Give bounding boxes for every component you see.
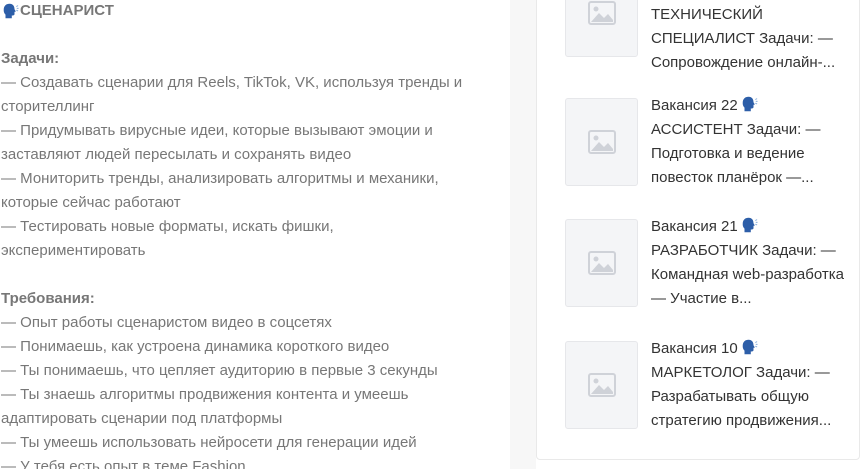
task-line: которые сейчас работают xyxy=(1,194,181,211)
task-line: — Придумывать вирусные идеи, которые выз… xyxy=(1,122,433,139)
vacancy-thumbnail[interactable] xyxy=(565,219,638,307)
vacancy-card-text[interactable]: ТЕХНИЧЕСКИЙ СПЕЦИАЛИСТ Задачи: — Сопрово… xyxy=(651,3,860,75)
related-vacancy-card[interactable]: Вакансия 22 АССИСТЕНТ Задачи: — Подготов… xyxy=(565,96,860,188)
task-line: сторителлинг xyxy=(1,98,95,115)
requirements-heading: Требования: xyxy=(1,290,95,307)
image-placeholder-icon xyxy=(587,1,616,25)
card-line-title: Вакансия 10 xyxy=(651,337,860,361)
card-vacancy-number: Вакансия 22 xyxy=(651,97,738,114)
speaking-head-icon xyxy=(3,3,19,19)
column-divider xyxy=(510,0,536,469)
card-line-title: Вакансия 21 xyxy=(651,215,860,239)
vacancy-thumbnail[interactable] xyxy=(565,98,638,186)
image-placeholder-icon xyxy=(587,373,616,397)
vacancy-thumbnail[interactable] xyxy=(565,341,638,429)
related-vacancy-card[interactable]: Вакансия 21 РАЗРАБОТЧИК Задачи: — Команд… xyxy=(565,217,860,309)
task-line: — Мониторить тренды, анализировать алгор… xyxy=(1,170,439,187)
task-line: экспериментировать xyxy=(1,242,146,259)
card-vacancy-number: Вакансия 21 xyxy=(651,218,738,235)
vacancy-title-text: СЦЕНАРИСТ xyxy=(20,2,114,19)
task-line: — Тестировать новые форматы, искать фишк… xyxy=(1,218,334,235)
card-line: РАЗРАБОТЧИК Задачи: — xyxy=(651,242,836,259)
vacancy-card-text[interactable]: Вакансия 10 МАРКЕТОЛОГ Задачи: — Разраба… xyxy=(651,337,860,433)
vacancy-card-text[interactable]: Вакансия 22 АССИСТЕНТ Задачи: — Подготов… xyxy=(651,94,860,190)
image-placeholder-icon xyxy=(587,251,616,275)
vacancy-description: СЦЕНАРИСТ Задачи: — Создавать сценарии д… xyxy=(0,0,510,469)
card-line: СПЕЦИАЛИСТ Задачи: — xyxy=(651,30,833,47)
requirement-line: — У тебя есть опыт в теме Fashion xyxy=(1,458,246,469)
card-line: Подготовка и ведение xyxy=(651,145,805,162)
card-line: стратегию продвижения... xyxy=(651,412,832,429)
speaking-head-icon xyxy=(742,96,758,112)
related-vacancy-card[interactable]: Вакансия 10 МАРКЕТОЛОГ Задачи: — Разраба… xyxy=(565,339,860,431)
image-placeholder-icon xyxy=(587,130,616,154)
requirement-line: — Опыт работы сценаристом видео в соцсет… xyxy=(1,314,332,331)
task-line: заставляют людей пересылать и сохранять … xyxy=(1,146,352,163)
related-vacancy-card[interactable]: ТЕХНИЧЕСКИЙ СПЕЦИАЛИСТ Задачи: — Сопрово… xyxy=(565,0,860,71)
vacancy-thumbnail[interactable] xyxy=(565,0,638,57)
requirement-line: — Понимаешь, как устроена динамика корот… xyxy=(1,338,390,355)
requirements-list: — Опыт работы сценаристом видео в соцсет… xyxy=(1,311,510,469)
requirement-line: адаптировать сценарии под платформы xyxy=(1,410,283,427)
tasks-list: — Создавать сценарии для Reels, TikTok, … xyxy=(1,71,510,263)
related-vacancies-panel: ТЕХНИЧЕСКИЙ СПЕЦИАЛИСТ Задачи: — Сопрово… xyxy=(536,0,860,460)
card-line: ТЕХНИЧЕСКИЙ xyxy=(651,6,763,23)
card-line: Сопровождение онлайн-... xyxy=(651,54,836,71)
task-line: — Создавать сценарии для Reels, TikTok, … xyxy=(1,74,463,91)
card-line: Разрабатывать общую xyxy=(651,388,810,405)
requirement-line: — Ты умеешь использовать нейросети для г… xyxy=(1,434,417,451)
requirement-line: — Ты понимаешь, что цепляет аудиторию в … xyxy=(1,362,438,379)
card-line: МАРКЕТОЛОГ Задачи: — xyxy=(651,364,830,381)
card-line-title: Вакансия 22 xyxy=(651,94,860,118)
vacancy-title: СЦЕНАРИСТ xyxy=(1,0,510,23)
card-line: Командная web-разработка xyxy=(651,266,844,283)
tasks-heading: Задачи: xyxy=(1,50,60,67)
vacancy-card-text[interactable]: Вакансия 21 РАЗРАБОТЧИК Задачи: — Команд… xyxy=(651,215,860,311)
card-line: повесток планёрок —... xyxy=(651,169,814,186)
requirement-line: — Ты знаешь алгоритмы продвижения контен… xyxy=(1,386,409,403)
card-line: АССИСТЕНТ Задачи: — xyxy=(651,121,821,138)
speaking-head-icon xyxy=(742,339,758,355)
card-line: — Участие в... xyxy=(651,290,752,307)
speaking-head-icon xyxy=(742,217,758,233)
card-vacancy-number: Вакансия 10 xyxy=(651,340,738,357)
